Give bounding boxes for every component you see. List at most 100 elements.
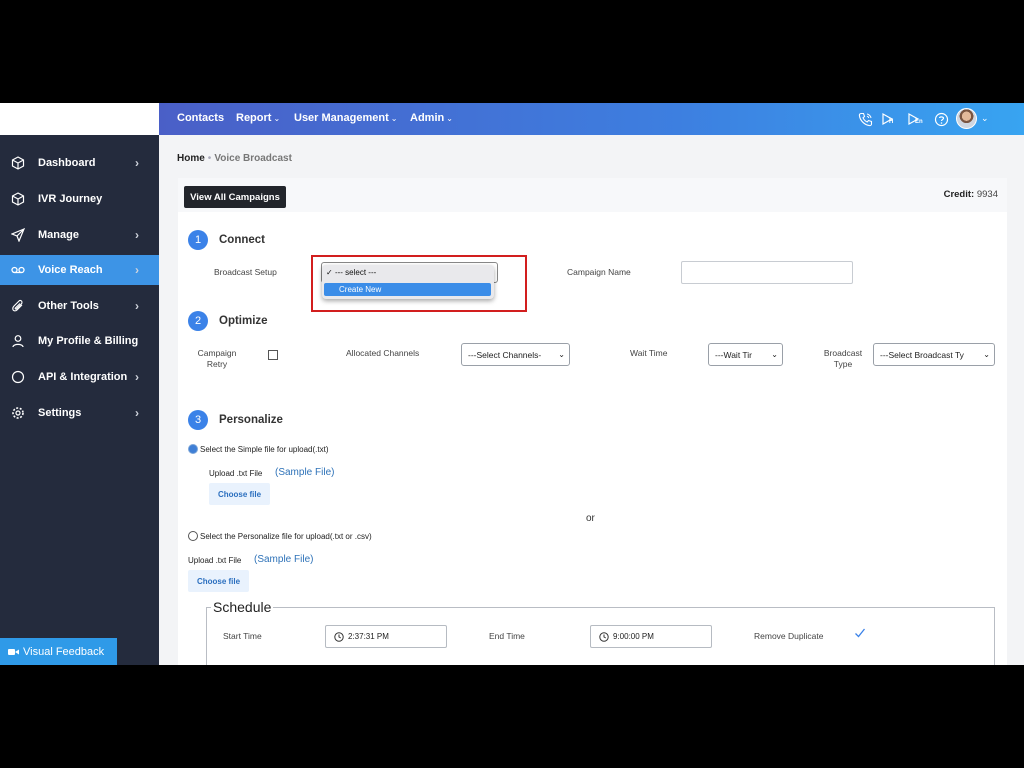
sidebar-item-label: IVR Journey [38, 193, 103, 205]
cube-icon [11, 192, 25, 206]
chevron-down-icon: ⌄ [558, 350, 565, 359]
broadcast-type-value: ---Select Broadcast Ty [880, 349, 964, 360]
play-en-icon[interactable]: En [907, 112, 923, 127]
play-h-label: H [889, 119, 894, 125]
chevron-right-icon: › [135, 228, 139, 242]
personalize-file-radio[interactable] [188, 531, 198, 541]
phone-icon[interactable] [858, 112, 873, 127]
sidebar-item-label: Other Tools [38, 300, 99, 312]
visual-feedback-button[interactable]: Visual Feedback [0, 638, 117, 665]
sidebar-item-voice-reach[interactable]: Voice Reach › [0, 255, 159, 285]
step-title-optimize: Optimize [219, 315, 268, 327]
nav-report[interactable]: Report ⌄ [236, 112, 280, 124]
clock-icon [599, 632, 609, 642]
visual-feedback-label: Visual Feedback [23, 645, 105, 658]
remove-duplicate-label: Remove Duplicate [754, 631, 824, 641]
campaign-name-input[interactable] [681, 261, 853, 284]
wait-time-select[interactable]: ---Wait Tir ⌄ [708, 343, 783, 366]
chevron-down-icon: ⌄ [771, 350, 778, 359]
card-header: View All Campaigns Credit: 9934 [178, 178, 1007, 212]
chevron-down-icon: ⌄ [446, 114, 453, 123]
sidebar-item-dashboard[interactable]: Dashboard › [0, 148, 159, 178]
allocated-channels-label: Allocated Channels [346, 348, 420, 358]
dropdown-option-label: --- select --- [334, 268, 377, 277]
credit-display: Credit: 9934 [944, 189, 998, 200]
sidebar-item-other-tools[interactable]: Other Tools › [0, 291, 159, 321]
user-icon [12, 335, 24, 348]
sidebar-item-manage[interactable]: Manage › [0, 220, 159, 250]
chevron-down-icon: ⌄ [273, 114, 281, 123]
choose-file-button[interactable]: Choose file [188, 570, 249, 592]
breadcrumb-home[interactable]: Home [177, 153, 205, 164]
sidebar: Dashboard › IVR Journey Manage › Voice R… [0, 103, 159, 665]
personalize-file-label: Select the Personalize file for upload(.… [200, 532, 372, 541]
breadcrumb-separator: • [207, 153, 212, 164]
paperclip-icon [12, 299, 23, 312]
play-en-label: En [915, 119, 923, 125]
sidebar-item-profile-billing[interactable]: My Profile & Billing [0, 326, 159, 356]
sidebar-item-api-integration[interactable]: API & Integration › [0, 362, 159, 392]
breadcrumb: Home • Voice Broadcast [177, 153, 292, 164]
broadcast-type-select[interactable]: ---Select Broadcast Ty ⌄ [873, 343, 995, 366]
start-time-input[interactable]: 2:37:31 PM [325, 625, 447, 648]
remove-duplicate-check-icon[interactable] [854, 627, 866, 639]
app-window: Dashboard › IVR Journey Manage › Voice R… [0, 103, 1024, 665]
clock-icon [334, 632, 344, 642]
campaign-retry-checkbox[interactable] [268, 350, 278, 360]
campaign-card: View All Campaigns Credit: 9934 1 Connec… [178, 178, 1007, 665]
simple-file-radio[interactable] [188, 444, 198, 454]
sidebar-item-settings[interactable]: Settings › [0, 398, 159, 428]
wait-time-label: Wait Time [630, 348, 668, 358]
credit-label: Credit: [943, 189, 975, 200]
video-camera-icon [8, 648, 19, 655]
start-time-value: 2:37:31 PM [348, 632, 389, 641]
nav-contacts[interactable]: Contacts [177, 112, 224, 124]
upload-txt-label: Upload .txt File [188, 556, 242, 565]
cube-icon [11, 156, 25, 170]
start-time-label: Start Time [223, 631, 262, 641]
end-time-label: End Time [489, 631, 525, 641]
chevron-down-icon: ⌄ [983, 350, 990, 359]
nav-user-management[interactable]: User Management ⌄ [294, 112, 397, 124]
nav-admin[interactable]: Admin ⌄ [410, 112, 453, 124]
upload-txt-label: Upload .txt File [209, 469, 263, 478]
end-time-value: 9:00:00 PM [613, 632, 654, 641]
chevron-right-icon: › [135, 263, 139, 277]
dropdown-option-create-new[interactable]: Create New [324, 283, 491, 296]
step-number: 2 [188, 311, 208, 331]
step-number: 3 [188, 410, 208, 430]
chevron-right-icon: › [135, 406, 139, 420]
allocated-channels-select[interactable]: ---Select Channels- ⌄ [461, 343, 570, 366]
choose-file-button[interactable]: Choose file [209, 483, 270, 505]
allocated-channels-value: ---Select Channels- [468, 349, 542, 360]
top-navbar: Contacts Report ⌄ User Management ⌄ Admin ⌄… [159, 103, 1024, 135]
step-title-connect: Connect [219, 234, 265, 246]
send-icon [11, 228, 25, 242]
breadcrumb-current: Voice Broadcast [214, 153, 292, 164]
end-time-input[interactable]: 9:00:00 PM [590, 625, 712, 648]
nav-report-label: Report [236, 112, 272, 124]
dropdown-option-select[interactable]: ✓ --- select --- [326, 268, 376, 277]
chevron-right-icon: › [135, 370, 139, 384]
voicemail-icon [11, 266, 25, 274]
sidebar-item-label: My Profile & Billing [38, 335, 139, 347]
sidebar-item-label: Settings [38, 407, 82, 419]
logo-area [0, 103, 159, 135]
sidebar-item-ivr-journey[interactable]: IVR Journey [0, 184, 159, 214]
chevron-down-icon: ⌄ [390, 114, 398, 123]
simple-file-label: Select the Simple file for upload(.txt) [200, 445, 329, 454]
step-number: 1 [188, 230, 208, 250]
chevron-down-icon[interactable]: ⌄ [981, 113, 989, 124]
sample-file-link[interactable]: (Sample File) [254, 554, 313, 565]
circle-icon [11, 370, 25, 384]
schedule-title: Schedule [211, 599, 274, 615]
sample-file-link[interactable]: (Sample File) [275, 467, 334, 478]
avatar[interactable] [956, 108, 977, 129]
chevron-right-icon: › [135, 299, 139, 313]
play-h-icon[interactable]: H [881, 112, 896, 127]
check-icon: ✓ [326, 268, 333, 277]
step-title-personalize: Personalize [219, 414, 283, 426]
campaign-name-label: Campaign Name [567, 267, 631, 277]
help-icon[interactable] [934, 112, 949, 127]
view-all-campaigns-button[interactable]: View All Campaigns [184, 186, 286, 208]
